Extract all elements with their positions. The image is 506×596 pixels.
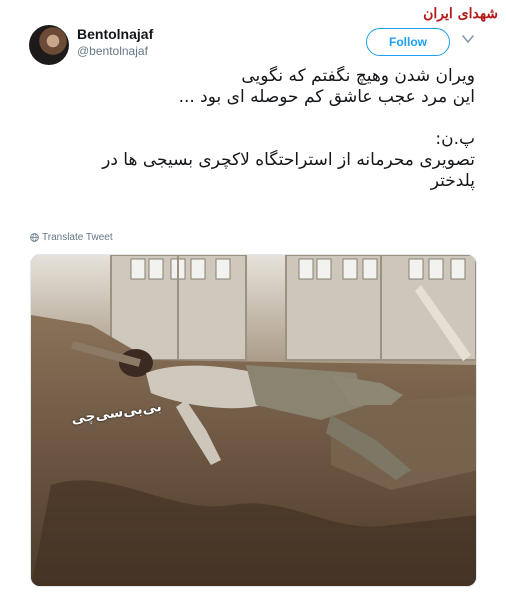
tweet-card: شهدای ایران Bentolnajaf @bentolnajaf Fol… <box>0 0 506 596</box>
tweet-line: تصویری محرمانه از استراحتگاه لاکچری بسیج… <box>102 150 475 170</box>
globe-icon <box>30 233 39 242</box>
tweet-text: ویران شدن وهیچ نگفتم که نگویی این مرد عج… <box>30 66 475 192</box>
user-handle[interactable]: @bentolnajaf <box>77 44 148 58</box>
tweet-line: ویران شدن وهیچ نگفتم که نگویی <box>241 66 475 86</box>
follow-button[interactable]: Follow <box>366 28 450 56</box>
avatar[interactable] <box>29 25 69 65</box>
tweet-line: این مرد عجب عاشق کم حوصله ای بود ... <box>178 87 475 107</box>
translate-tweet-link[interactable]: Translate Tweet <box>30 232 113 243</box>
tweet-line: پلدختر <box>430 171 475 191</box>
translate-label: Translate Tweet <box>42 232 113 243</box>
site-watermark: شهدای ایران <box>423 6 498 22</box>
display-name[interactable]: Bentolnajaf <box>77 26 153 42</box>
tweet-photo[interactable]: بی‌بی‌سی‌چی <box>30 254 477 587</box>
chevron-down-icon[interactable] <box>462 34 474 44</box>
tweet-line: پ.ن: <box>435 129 475 149</box>
